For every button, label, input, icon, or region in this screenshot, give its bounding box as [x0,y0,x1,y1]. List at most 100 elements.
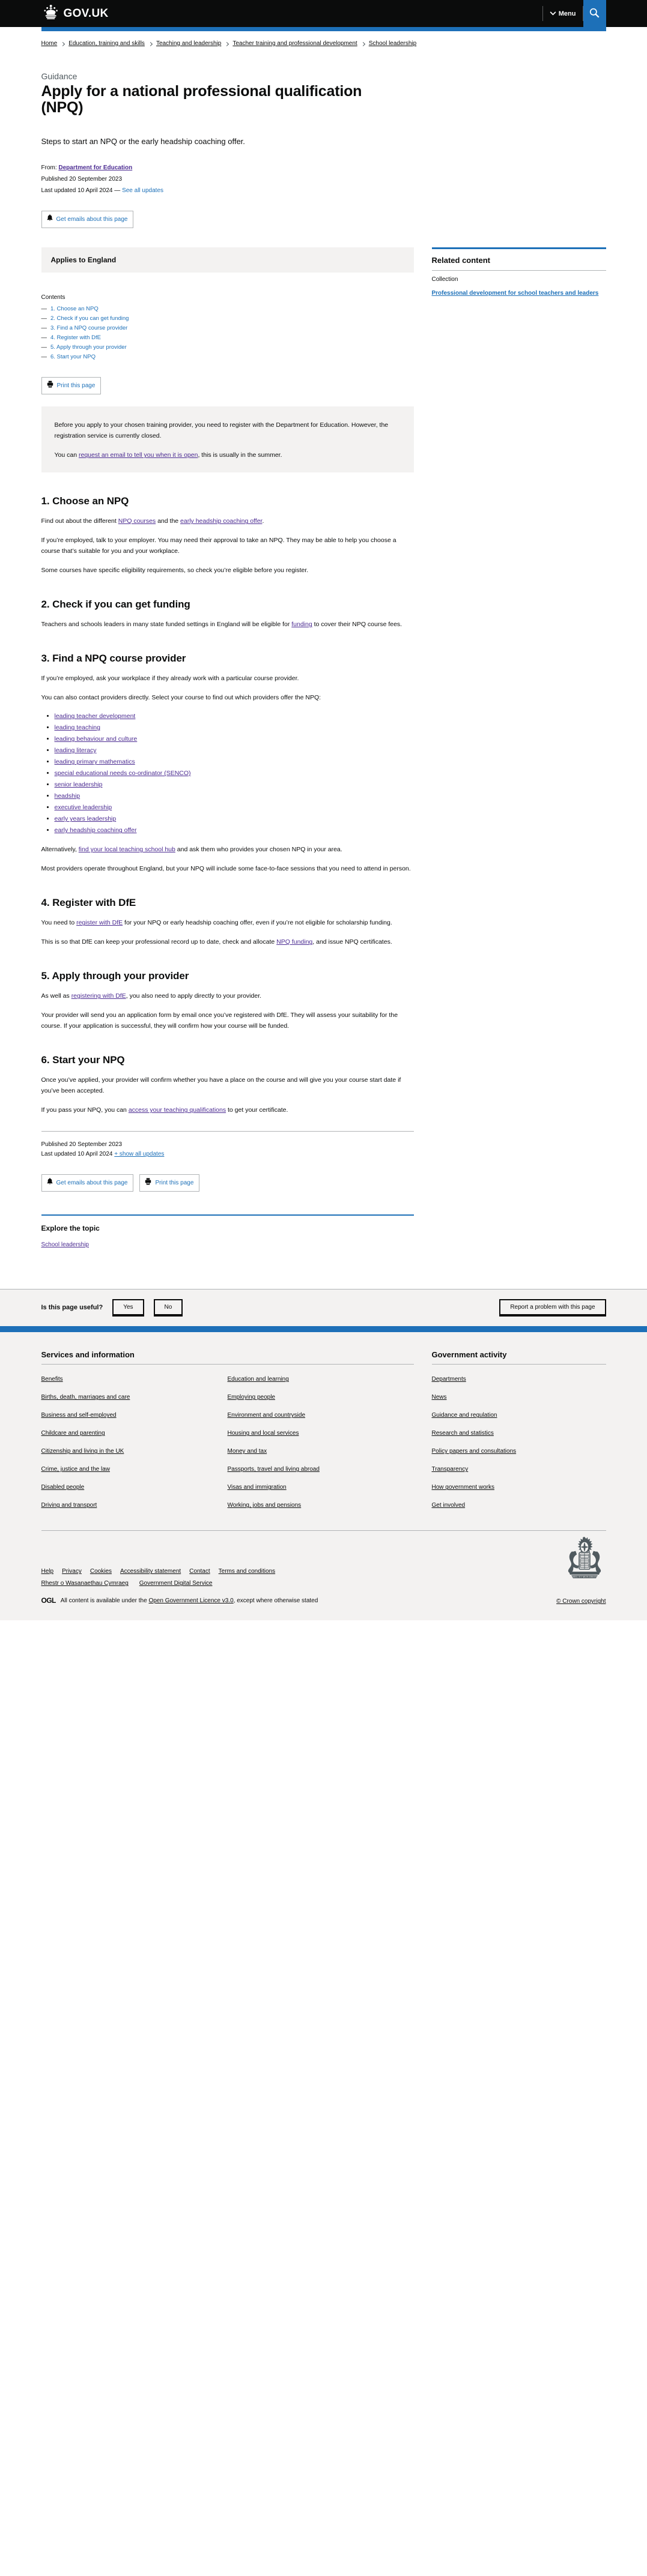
footer-service-link[interactable]: Visas and immigration [228,1484,287,1491]
course-link[interactable]: special educational needs co-ordinator (… [55,770,191,777]
footer-meta-link[interactable]: Contact [189,1568,210,1575]
contents-link[interactable]: 2. Check if you can get funding [50,315,129,322]
course-link[interactable]: leading primary mathematics [55,758,135,765]
footer-government-link[interactable]: Departments [432,1376,466,1383]
footer-government-link[interactable]: Research and statistics [432,1430,494,1437]
footer-government-link[interactable]: How government works [432,1484,494,1491]
related-content-link[interactable]: Professional development for school teac… [432,289,599,298]
footer-meta-link[interactable]: Terms and conditions [219,1568,276,1575]
footer-service-link[interactable]: Benefits [41,1376,63,1383]
footer-service-link[interactable]: Citizenship and living in the UK [41,1448,124,1455]
course-link[interactable]: leading behaviour and culture [55,735,138,743]
footer-meta-link[interactable]: Cookies [90,1568,112,1575]
course-link[interactable]: headship [55,792,80,800]
footer-government-link[interactable]: Guidance and regulation [432,1412,497,1419]
report-problem-button[interactable]: Report a problem with this page [499,1299,606,1316]
footer-list-item: Transparency [432,1463,606,1474]
contents-link[interactable]: 5. Apply through your provider [50,344,127,351]
register-with-dfe-link[interactable]: register with DfE [76,919,123,926]
printer-icon [47,381,53,391]
footer-service-link[interactable]: Crime, justice and the law [41,1466,111,1473]
footer-service-link[interactable]: Money and tax [228,1448,267,1455]
search-button[interactable] [583,0,606,27]
from-organisation-link[interactable]: Department for Education [58,164,132,171]
get-emails-button-bottom[interactable]: Get emails about this page [41,1174,134,1192]
course-link[interactable]: early years leadership [55,815,117,822]
contents-link[interactable]: 3. Find a NPQ course provider [50,325,127,331]
get-emails-button-top[interactable]: Get emails about this page [41,211,134,229]
course-link[interactable]: early headship coaching offer [55,827,137,834]
contents-link[interactable]: 6. Start your NPQ [50,354,96,360]
footer-service-link[interactable]: Education and learning [228,1376,289,1383]
breadcrumb-link[interactable]: School leadership [369,39,417,49]
section-4-paragraph-1: You need to register with DfE for your N… [41,917,414,928]
course-link[interactable]: senior leadership [55,781,103,788]
print-button-top[interactable]: Print this page [41,377,102,395]
course-list-item: early headship coaching offer [55,825,414,836]
metadata-updated-date: 10 April 2024 [77,187,113,195]
footer-meta-link[interactable]: Accessibility statement [120,1568,181,1575]
dash-icon: — [41,315,47,322]
crown-copyright-link[interactable]: © Crown copyright [556,1598,606,1605]
course-link[interactable]: leading teacher development [55,713,136,720]
breadcrumb-item: Home [41,39,69,49]
registering-with-dfe-link[interactable]: registering with DfE [71,992,126,1000]
contents-item: —3. Find a NPQ course provider [41,325,414,331]
menu-button[interactable]: Menu [543,0,583,27]
footer-service-link[interactable]: Employing people [228,1394,276,1401]
open-government-licence-link[interactable]: Open Government Licence v3.0 [148,1597,233,1604]
print-button-bottom[interactable]: Print this page [139,1174,200,1192]
footer-government-link[interactable]: News [432,1394,447,1401]
footer-service-link[interactable]: Childcare and parenting [41,1430,105,1437]
see-all-updates-link[interactable]: See all updates [122,187,163,194]
course-link[interactable]: leading teaching [55,724,100,731]
s1-p1-pre: Find out about the different [41,517,118,525]
printer-icon [145,1178,151,1188]
feedback-banner: Is this page useful? Yes No Report a pro… [0,1289,647,1327]
footer-service-link[interactable]: Driving and transport [41,1502,97,1509]
course-link[interactable]: executive leadership [55,804,112,811]
footer-service-link[interactable]: Passports, travel and living abroad [228,1466,320,1473]
footer-service-link[interactable]: Disabled people [41,1484,85,1491]
footer-meta-link[interactable]: Help [41,1568,54,1575]
funding-link[interactable]: funding [291,621,312,628]
footer-meta-link[interactable]: Government Digital Service [139,1580,213,1587]
teaching-school-hub-link[interactable]: find your local teaching school hub [79,846,175,853]
npq-funding-link[interactable]: NPQ funding [276,938,312,946]
course-list-item: leading teaching [55,723,414,733]
feedback-yes-button[interactable]: Yes [112,1299,144,1316]
access-teaching-qualifications-link[interactable]: access your teaching qualifications [129,1106,226,1114]
footer-service-link[interactable]: Environment and countryside [228,1412,306,1419]
breadcrumb-item: Education, training and skills [68,39,156,49]
breadcrumb-link[interactable]: Education, training and skills [68,39,145,49]
early-headship-coaching-offer-link[interactable]: early headship coaching offer [180,517,262,525]
s6-p2-post: to get your certificate. [226,1106,288,1114]
related-content-heading: Related content [431,256,491,265]
breadcrumb-link[interactable]: Home [41,39,58,49]
contents-link[interactable]: 4. Register with DfE [50,334,101,341]
footer-list-item: Housing and local services [228,1427,414,1438]
breadcrumb-link[interactable]: Teacher training and professional develo… [232,39,357,49]
footer-meta-link[interactable]: Rhestr o Wasanaethau Cymraeg [41,1580,129,1587]
contents-link[interactable]: 1. Choose an NPQ [50,306,99,312]
footer-service-link[interactable]: Business and self-employed [41,1412,117,1419]
feedback-no-button[interactable]: No [153,1299,183,1316]
footer-government-link[interactable]: Get involved [432,1502,466,1509]
crown-icon [41,4,61,23]
npq-courses-link[interactable]: NPQ courses [118,517,156,525]
show-all-updates-link[interactable]: + show all updates [114,1151,164,1157]
footer-government-link[interactable]: Policy papers and consultations [432,1448,517,1455]
footer-services-column-2: Education and learning Employing people En… [228,1373,414,1517]
request-email-link[interactable]: request an email to tell you when it is … [79,451,198,459]
course-link[interactable]: leading literacy [55,747,97,754]
footer-service-link[interactable]: Housing and local services [228,1430,299,1437]
footer-government-link[interactable]: Transparency [432,1466,469,1473]
footer-service-link[interactable]: Working, jobs and pensions [228,1502,302,1509]
govuk-logo-link[interactable]: GOV.UK [41,4,109,23]
explore-topic-link[interactable]: School leadership [41,1241,90,1248]
breadcrumb-link[interactable]: Teaching and leadership [156,39,221,49]
s4-p1-post: for your NPQ or early headship coaching … [123,919,392,927]
callout-paragraph-2: You can request an email to tell you whe… [55,450,401,460]
footer-service-link[interactable]: Births, death, marriages and care [41,1394,130,1401]
footer-meta-link[interactable]: Privacy [62,1568,82,1575]
